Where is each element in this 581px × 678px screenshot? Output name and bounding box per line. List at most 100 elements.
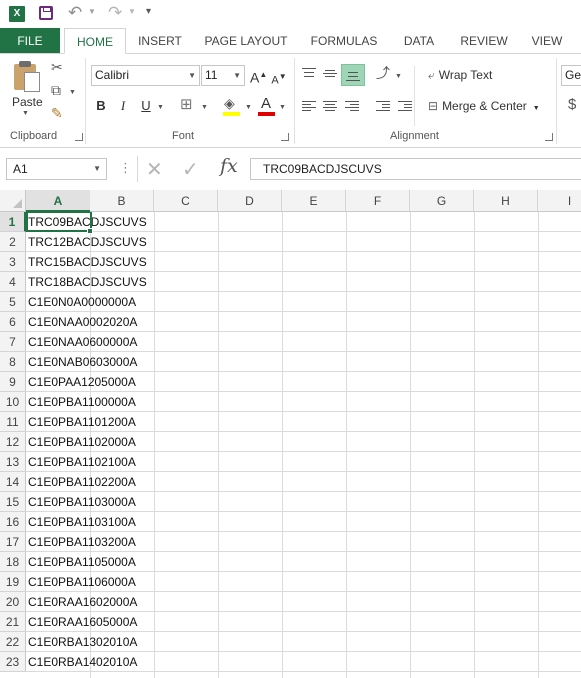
grow-font-button[interactable]: A▲ — [250, 67, 267, 86]
fill-handle[interactable] — [87, 228, 93, 234]
cell-a6[interactable]: C1E0NAA0002020A — [28, 312, 137, 332]
paste-dropdown-icon[interactable]: ▼ — [22, 110, 29, 117]
column-header-d[interactable]: D — [218, 190, 282, 212]
row-header[interactable]: 9 — [0, 372, 26, 392]
row-header[interactable]: 18 — [0, 552, 26, 572]
tab-home[interactable]: HOME — [64, 28, 126, 54]
font-color-button[interactable]: A — [258, 96, 274, 112]
customize-toolbar-icon[interactable]: ▾ — [146, 6, 151, 17]
name-box[interactable]: A1 ▼ — [6, 158, 107, 180]
row-header[interactable]: 3 — [0, 252, 26, 272]
align-right-icon[interactable] — [345, 100, 359, 112]
bold-button[interactable]: B — [93, 98, 109, 114]
cell-a16[interactable]: C1E0PBA1103100A — [28, 512, 136, 532]
row-header[interactable]: 17 — [0, 532, 26, 552]
row-header[interactable]: 11 — [0, 412, 26, 432]
row-header[interactable]: 22 — [0, 632, 26, 652]
shrink-font-button[interactable]: A▼ — [271, 69, 287, 89]
tab-view[interactable]: VIEW — [524, 28, 570, 54]
row-header[interactable]: 23 — [0, 652, 26, 672]
paste-button-label[interactable]: Paste — [12, 95, 43, 109]
cell-a15[interactable]: C1E0PBA1103000A — [28, 492, 136, 512]
cancel-icon[interactable]: ✕ — [146, 157, 163, 182]
cell-a19[interactable]: C1E0PBA1106000A — [28, 572, 136, 592]
cell-a9[interactable]: C1E0PAA1205000A — [28, 372, 136, 392]
row-header[interactable]: 6 — [0, 312, 26, 332]
font-name-select[interactable]: Calibri ▼ — [91, 65, 200, 86]
column-header-i[interactable]: I — [538, 190, 581, 212]
borders-dropdown-icon[interactable]: ▼ — [201, 101, 208, 115]
row-header[interactable]: 13 — [0, 452, 26, 472]
column-header-a[interactable]: A — [26, 190, 91, 212]
underline-dropdown-icon[interactable]: ▼ — [157, 101, 164, 115]
column-header-f[interactable]: F — [346, 190, 410, 212]
middle-align-icon[interactable] — [323, 67, 337, 79]
cell-a20[interactable]: C1E0RAA1602000A — [28, 592, 137, 612]
orientation-dropdown-icon[interactable]: ▼ — [395, 70, 402, 84]
merge-center-button[interactable]: ⊟ Merge & Center ▼ — [428, 99, 540, 113]
currency-icon[interactable]: $ — [568, 97, 576, 112]
undo-dropdown-icon[interactable]: ▼ — [88, 7, 96, 16]
tab-insert[interactable]: INSERT — [130, 28, 190, 54]
row-header[interactable]: 16 — [0, 512, 26, 532]
bottom-align-button[interactable] — [341, 64, 365, 86]
cell-a7[interactable]: C1E0NAA0600000A — [28, 332, 137, 352]
paste-icon[interactable] — [12, 60, 42, 92]
column-header-e[interactable]: E — [282, 190, 346, 212]
column-header-h[interactable]: H — [474, 190, 538, 212]
tab-file[interactable]: FILE — [0, 28, 60, 54]
increase-indent-icon[interactable] — [398, 100, 412, 112]
cell-a12[interactable]: C1E0PBA1102000A — [28, 432, 136, 452]
tab-page-layout[interactable]: PAGE LAYOUT — [198, 28, 294, 54]
cut-icon[interactable]: ✂ — [51, 60, 63, 74]
cell-a17[interactable]: C1E0PBA1103200A — [28, 532, 136, 552]
italic-button[interactable]: I — [115, 98, 131, 114]
font-color-dropdown-icon[interactable]: ▼ — [279, 101, 286, 115]
cell-a8[interactable]: C1E0NAB0603000A — [28, 352, 137, 372]
row-header[interactable]: 12 — [0, 432, 26, 452]
font-size-select[interactable]: 11 ▼ — [201, 65, 245, 86]
copy-dropdown-icon[interactable]: ▼ — [69, 86, 76, 100]
align-center-icon[interactable] — [323, 100, 337, 112]
tab-review[interactable]: REVIEW — [454, 28, 514, 54]
clipboard-launcher-icon[interactable] — [75, 133, 83, 141]
cell-a13[interactable]: C1E0PBA1102100A — [28, 452, 136, 472]
fill-color-dropdown-icon[interactable]: ▼ — [245, 101, 252, 115]
row-header[interactable]: 19 — [0, 572, 26, 592]
cell-a22[interactable]: C1E0RBA1302010A — [28, 632, 137, 652]
format-painter-icon[interactable]: ✎ — [51, 106, 63, 120]
top-align-icon[interactable] — [302, 67, 316, 79]
tab-data[interactable]: DATA — [394, 28, 444, 54]
tab-formulas[interactable]: FORMULAS — [304, 28, 384, 54]
cell-a18[interactable]: C1E0PBA1105000A — [28, 552, 136, 572]
insert-function-button[interactable]: fx — [220, 155, 238, 177]
cell-a10[interactable]: C1E0PBA1100000A — [28, 392, 136, 412]
row-header[interactable]: 21 — [0, 612, 26, 632]
cell-a11[interactable]: C1E0PBA1101200A — [28, 412, 136, 432]
column-header-g[interactable]: G — [410, 190, 474, 212]
fill-color-icon[interactable]: ◈ — [224, 96, 235, 110]
row-header[interactable]: 8 — [0, 352, 26, 372]
copy-icon[interactable]: ⧉ — [51, 83, 61, 97]
row-header[interactable]: 14 — [0, 472, 26, 492]
enter-check-icon[interactable]: ✓ — [182, 157, 199, 182]
row-header[interactable]: 20 — [0, 592, 26, 612]
row-header[interactable]: 1 — [0, 212, 26, 232]
cell-a2[interactable]: TRC12BACDJSCUVS — [28, 232, 147, 252]
cell-a3[interactable]: TRC15BACDJSCUVS — [28, 252, 147, 272]
number-format-select[interactable]: General — [561, 65, 581, 86]
column-header-c[interactable]: C — [154, 190, 218, 212]
row-header[interactable]: 5 — [0, 292, 26, 312]
select-all-button[interactable] — [0, 190, 26, 212]
formula-input[interactable]: TRC09BACDJSCUVS — [250, 158, 581, 180]
redo-icon[interactable]: ↷ — [108, 3, 122, 23]
column-header-b[interactable]: B — [90, 190, 154, 212]
row-header[interactable]: 10 — [0, 392, 26, 412]
cell-area[interactable]: TRC09BACDJSCUVS TRC12BACDJSCUVS TRC15BACDJ… — [26, 212, 581, 678]
row-header[interactable]: 15 — [0, 492, 26, 512]
orientation-icon[interactable]: ⤴ — [376, 66, 390, 80]
wrap-text-button[interactable]: ⤶ Wrap Text — [428, 68, 492, 83]
decrease-indent-icon[interactable] — [376, 100, 390, 112]
row-header[interactable]: 4 — [0, 272, 26, 292]
redo-dropdown-icon[interactable]: ▼ — [128, 7, 136, 16]
